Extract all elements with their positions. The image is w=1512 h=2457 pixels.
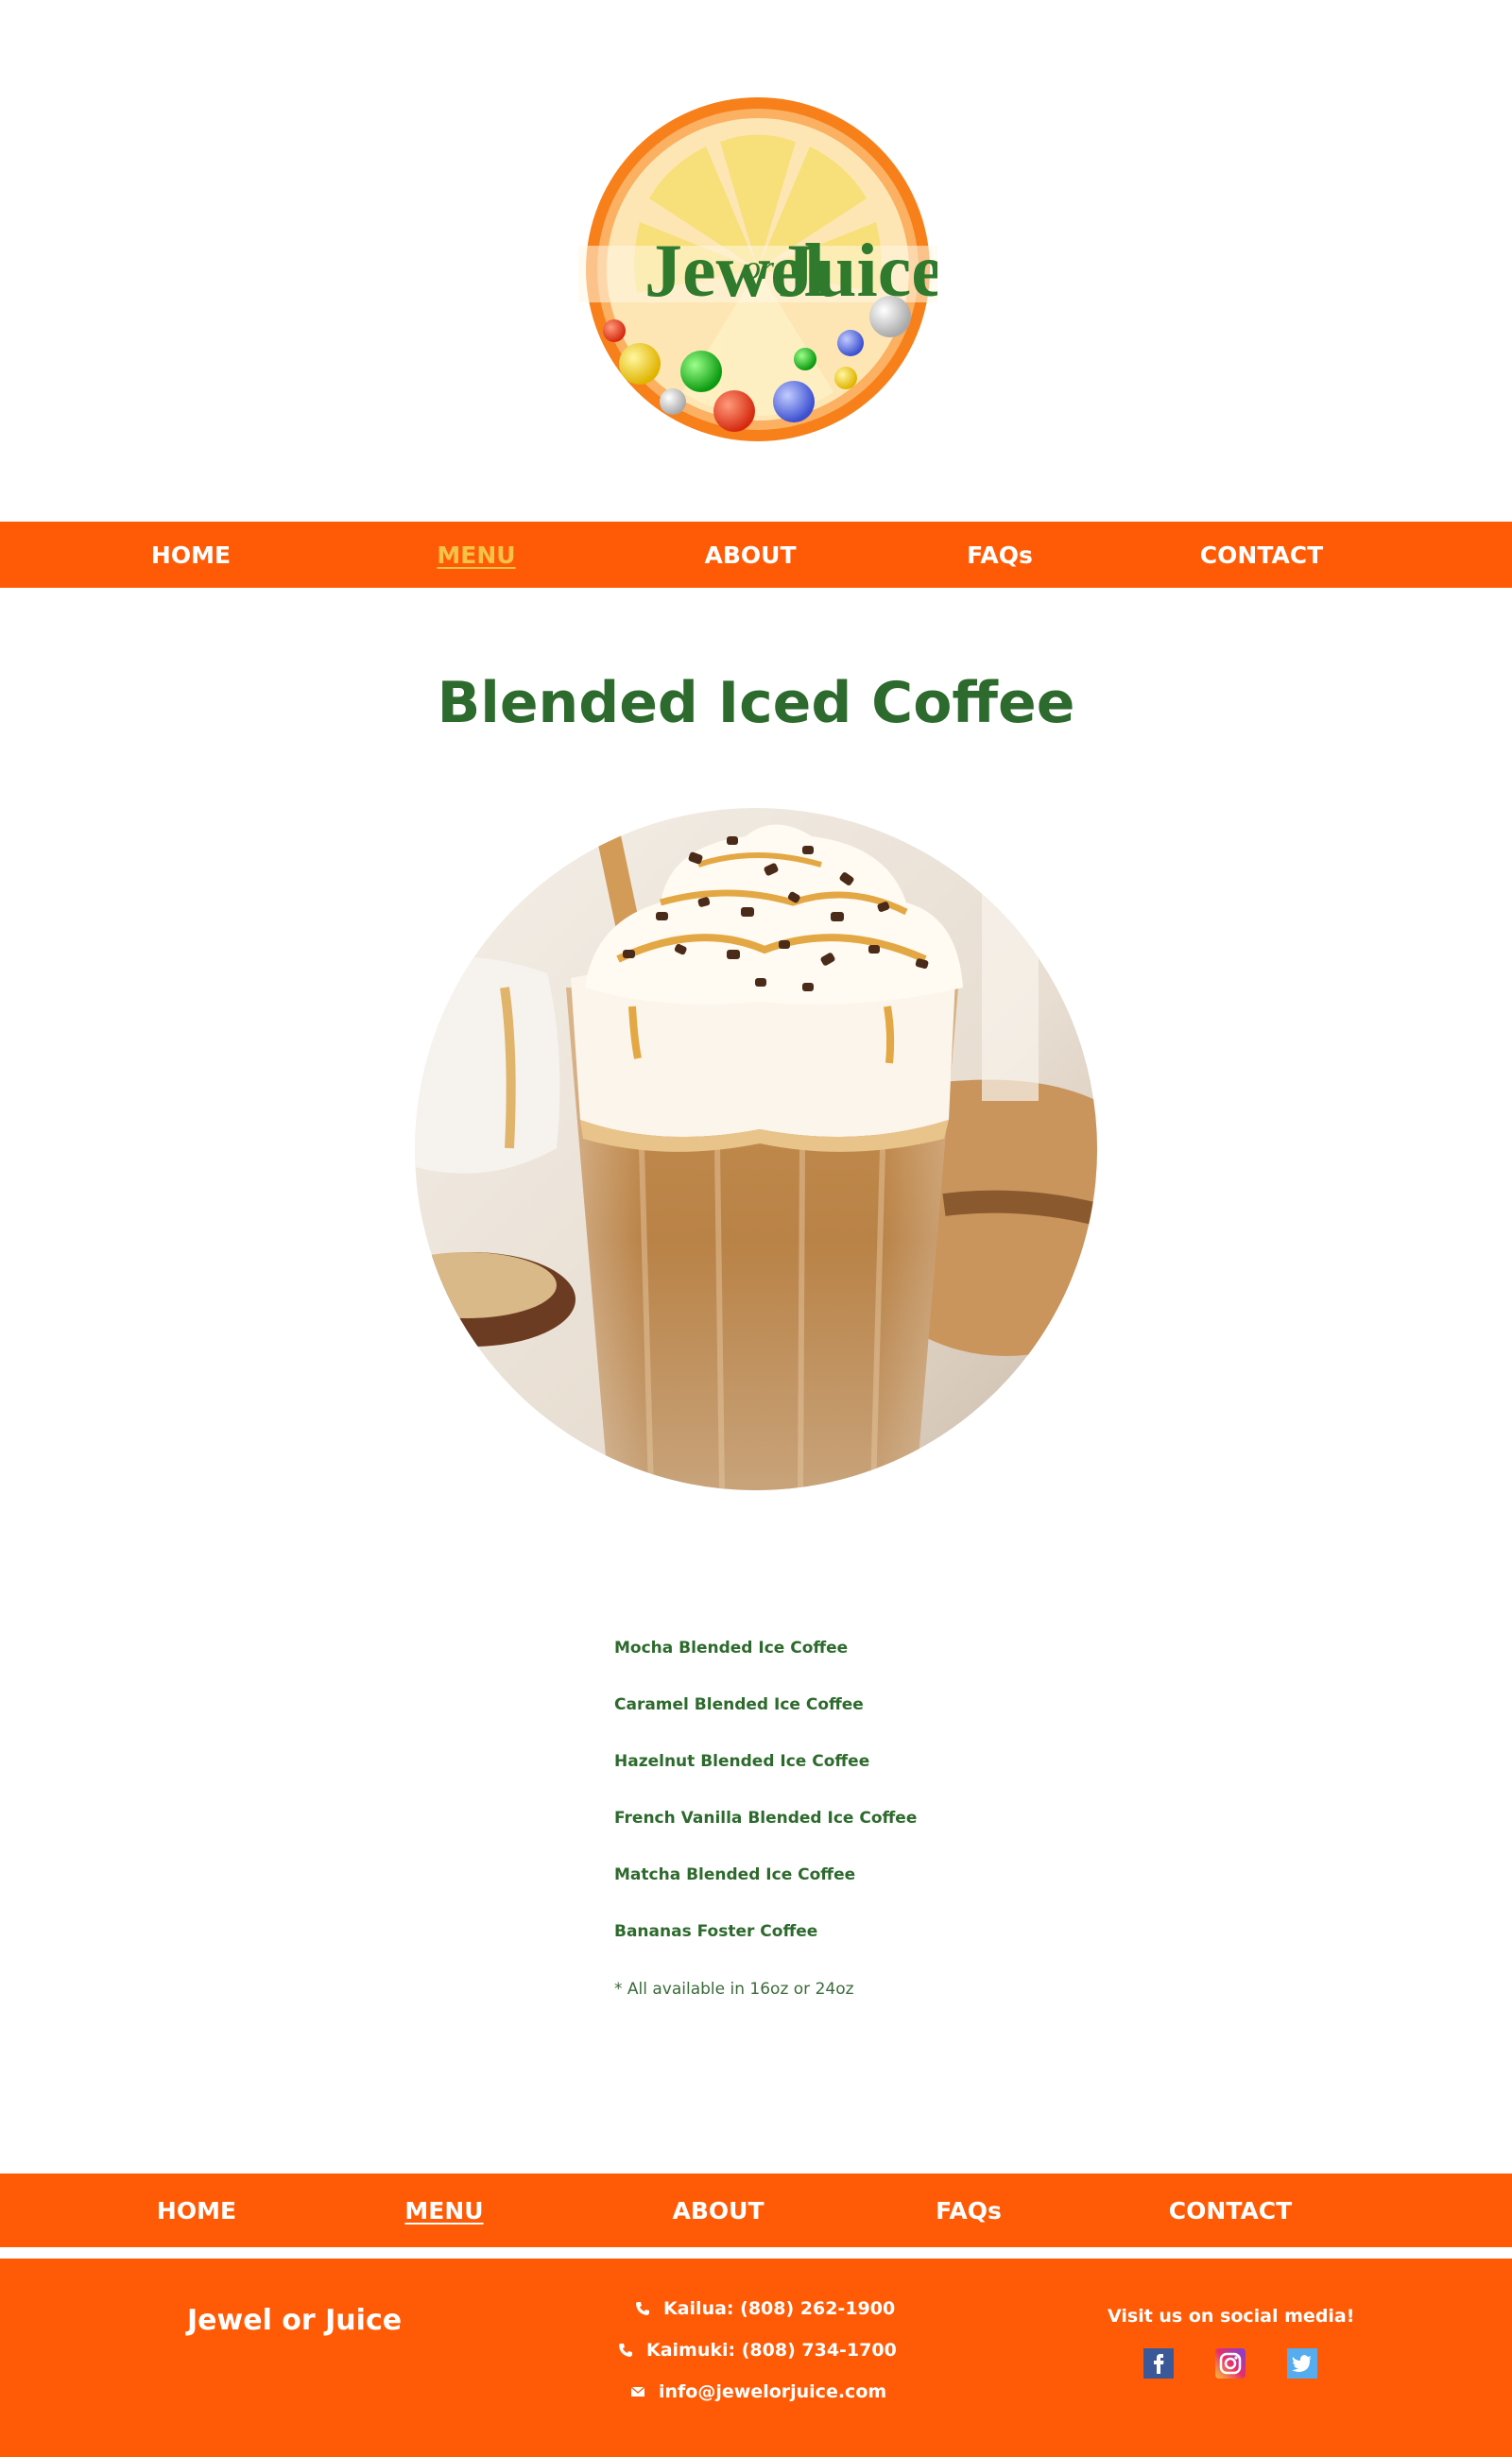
nav-faqs-link[interactable]: FAQs <box>967 522 1033 588</box>
email-contact[interactable]: info@jewelorjuice.com <box>630 2381 886 2402</box>
nav-menu-link[interactable]: MENU <box>437 522 515 588</box>
svg-text:or: or <box>744 249 775 286</box>
blended-iced-coffee-photo <box>415 808 1097 1490</box>
drink-menu-list: Mocha Blended Ice Coffee Caramel Blended… <box>614 1638 917 1978</box>
phone-icon <box>618 2343 633 2358</box>
social-heading: Visit us on social media! <box>1108 2306 1355 2327</box>
footer-nav-about-link[interactable]: ABOUT <box>672 2174 764 2247</box>
jewel-or-juice-logo-graphic: Jewel or Juice <box>578 97 937 441</box>
footer-nav-menu-link[interactable]: MENU <box>404 2174 483 2247</box>
kaimuki-phone-text: Kaimuki: (808) 734-1700 <box>646 2340 897 2361</box>
nav-home-link[interactable]: HOME <box>151 522 231 588</box>
footer-nav-home-link[interactable]: HOME <box>157 2174 236 2247</box>
menu-item: Hazelnut Blended Ice Coffee <box>614 1752 870 1771</box>
facebook-icon[interactable] <box>1143 2348 1174 2379</box>
page-title: Blended Iced Coffee <box>437 670 1075 736</box>
nav-about-link[interactable]: ABOUT <box>704 522 796 588</box>
site-footer: Jewel or Juice Kailua: (808) 262-1900 Ka… <box>0 2259 1512 2457</box>
phone-icon <box>635 2301 650 2316</box>
twitter-icon[interactable] <box>1287 2348 1317 2379</box>
kailua-phone-text: Kailua: (808) 262-1900 <box>663 2298 896 2319</box>
menu-item: Bananas Foster Coffee <box>614 1922 818 1941</box>
site-logo[interactable]: Jewel or Juice <box>578 90 937 449</box>
menu-item: Mocha Blended Ice Coffee <box>614 1639 849 1658</box>
menu-item: Caramel Blended Ice Coffee <box>614 1695 864 1714</box>
menu-item: French Vanilla Blended Ice Coffee <box>614 1809 918 1828</box>
footer-nav-faqs-link[interactable]: FAQs <box>936 2174 1002 2247</box>
kaimuki-phone[interactable]: Kaimuki: (808) 734-1700 <box>618 2340 897 2361</box>
instagram-icon[interactable] <box>1215 2348 1246 2379</box>
mail-icon <box>630 2384 645 2399</box>
email-text: info@jewelorjuice.com <box>659 2381 887 2402</box>
footer-nav: HOME MENU ABOUT FAQs CONTACT <box>0 2174 1512 2247</box>
main-nav: HOME MENU ABOUT FAQs CONTACT <box>0 522 1512 588</box>
size-availability-note: * All available in 16oz or 24oz <box>614 1980 854 1999</box>
kailua-phone[interactable]: Kailua: (808) 262-1900 <box>635 2298 895 2319</box>
footer-nav-contact-link[interactable]: CONTACT <box>1169 2174 1292 2247</box>
svg-text:Juice: Juice <box>777 230 937 313</box>
footer-brand-name: Jewel or Juice <box>187 2304 403 2337</box>
menu-item: Matcha Blended Ice Coffee <box>614 1865 856 1884</box>
nav-contact-link[interactable]: CONTACT <box>1200 522 1323 588</box>
